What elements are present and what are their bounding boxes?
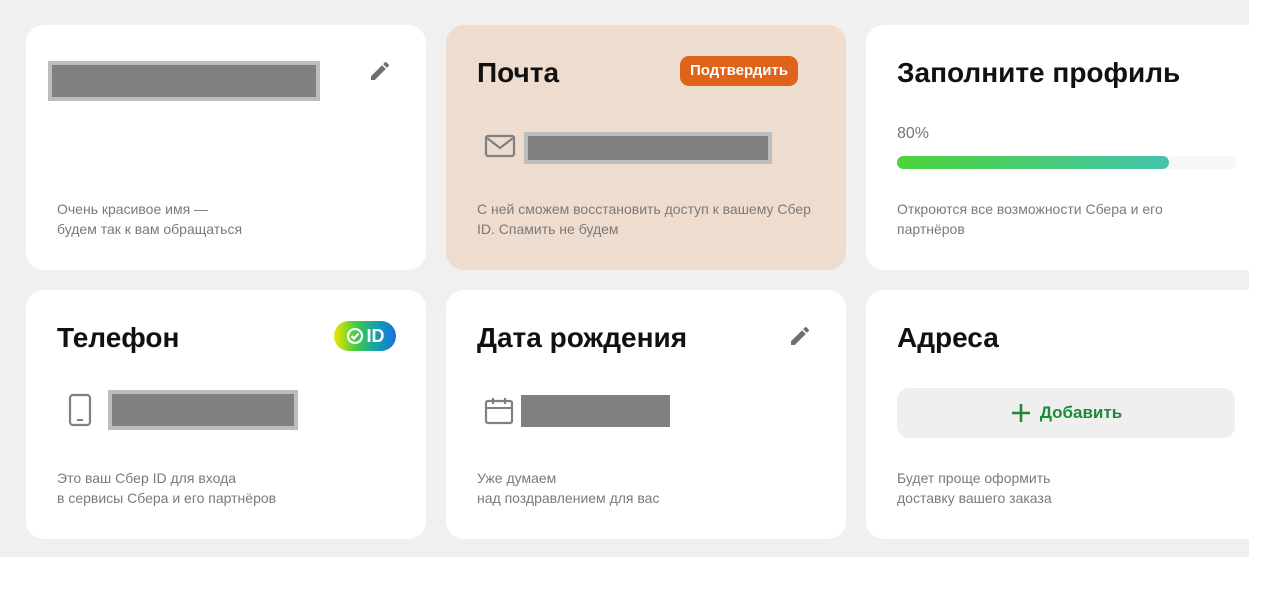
- name-description: Очень красивое имя — будем так к вам обр…: [57, 201, 243, 237]
- addresses-card: Адреса Добавить Будет проще оформить дос…: [866, 290, 1266, 539]
- name-card: Очень красивое имя — будем так к вам обр…: [26, 25, 426, 270]
- progress-fill: [897, 156, 1169, 169]
- mail-icon: [484, 133, 516, 164]
- addresses-description: Будет проще оформить доставку вашего зак…: [897, 470, 1052, 506]
- add-address-label: Добавить: [1039, 403, 1123, 422]
- birthday-card: Дата рождения Уже думаем над поздравлени…: [446, 290, 846, 539]
- pencil-icon[interactable]: [368, 59, 392, 88]
- confirm-email-button[interactable]: Подтвердить: [680, 56, 799, 86]
- birthday-description: Уже думаем над поздравлением для вас: [477, 470, 660, 506]
- phone-value-redacted: [108, 390, 298, 430]
- birthday-title: Дата рождения: [477, 322, 688, 353]
- email-card: Почта Подтвердить С ней сможем восстанов…: [446, 25, 846, 270]
- smartphone-icon: [68, 393, 92, 432]
- email-value-redacted: [524, 132, 772, 164]
- email-description: С ней сможем восстановить доступ к вашем…: [477, 201, 811, 237]
- phone-description: Это ваш Сбер ID для входа в сервисы Сбер…: [57, 470, 277, 506]
- add-address-button[interactable]: Добавить: [897, 388, 1235, 438]
- plus-icon: [1011, 404, 1030, 422]
- name-value-redacted: [48, 61, 320, 101]
- check-circle-icon: [346, 327, 363, 345]
- progress-bar: [897, 156, 1237, 169]
- right-gutter: [1249, 0, 1282, 592]
- profile-card: Заполните профиль 80% Откроются все возм…: [866, 25, 1266, 270]
- pencil-icon[interactable]: [788, 324, 812, 353]
- phone-title: Телефон: [57, 322, 180, 353]
- calendar-icon: [484, 396, 514, 431]
- phone-card: Телефон ID Это ваш Сбер ID для входа в с…: [26, 290, 426, 539]
- sber-id-badge: ID: [334, 321, 396, 351]
- sber-id-label: ID: [366, 325, 385, 346]
- profile-title: Заполните профиль: [897, 57, 1181, 88]
- progress-percent: 80%: [897, 125, 930, 142]
- profile-description: Откроются все возможности Сбера и его па…: [897, 201, 1163, 237]
- birthday-value-redacted: [521, 395, 670, 427]
- addresses-title: Адреса: [897, 322, 999, 353]
- email-title: Почта: [477, 57, 560, 88]
